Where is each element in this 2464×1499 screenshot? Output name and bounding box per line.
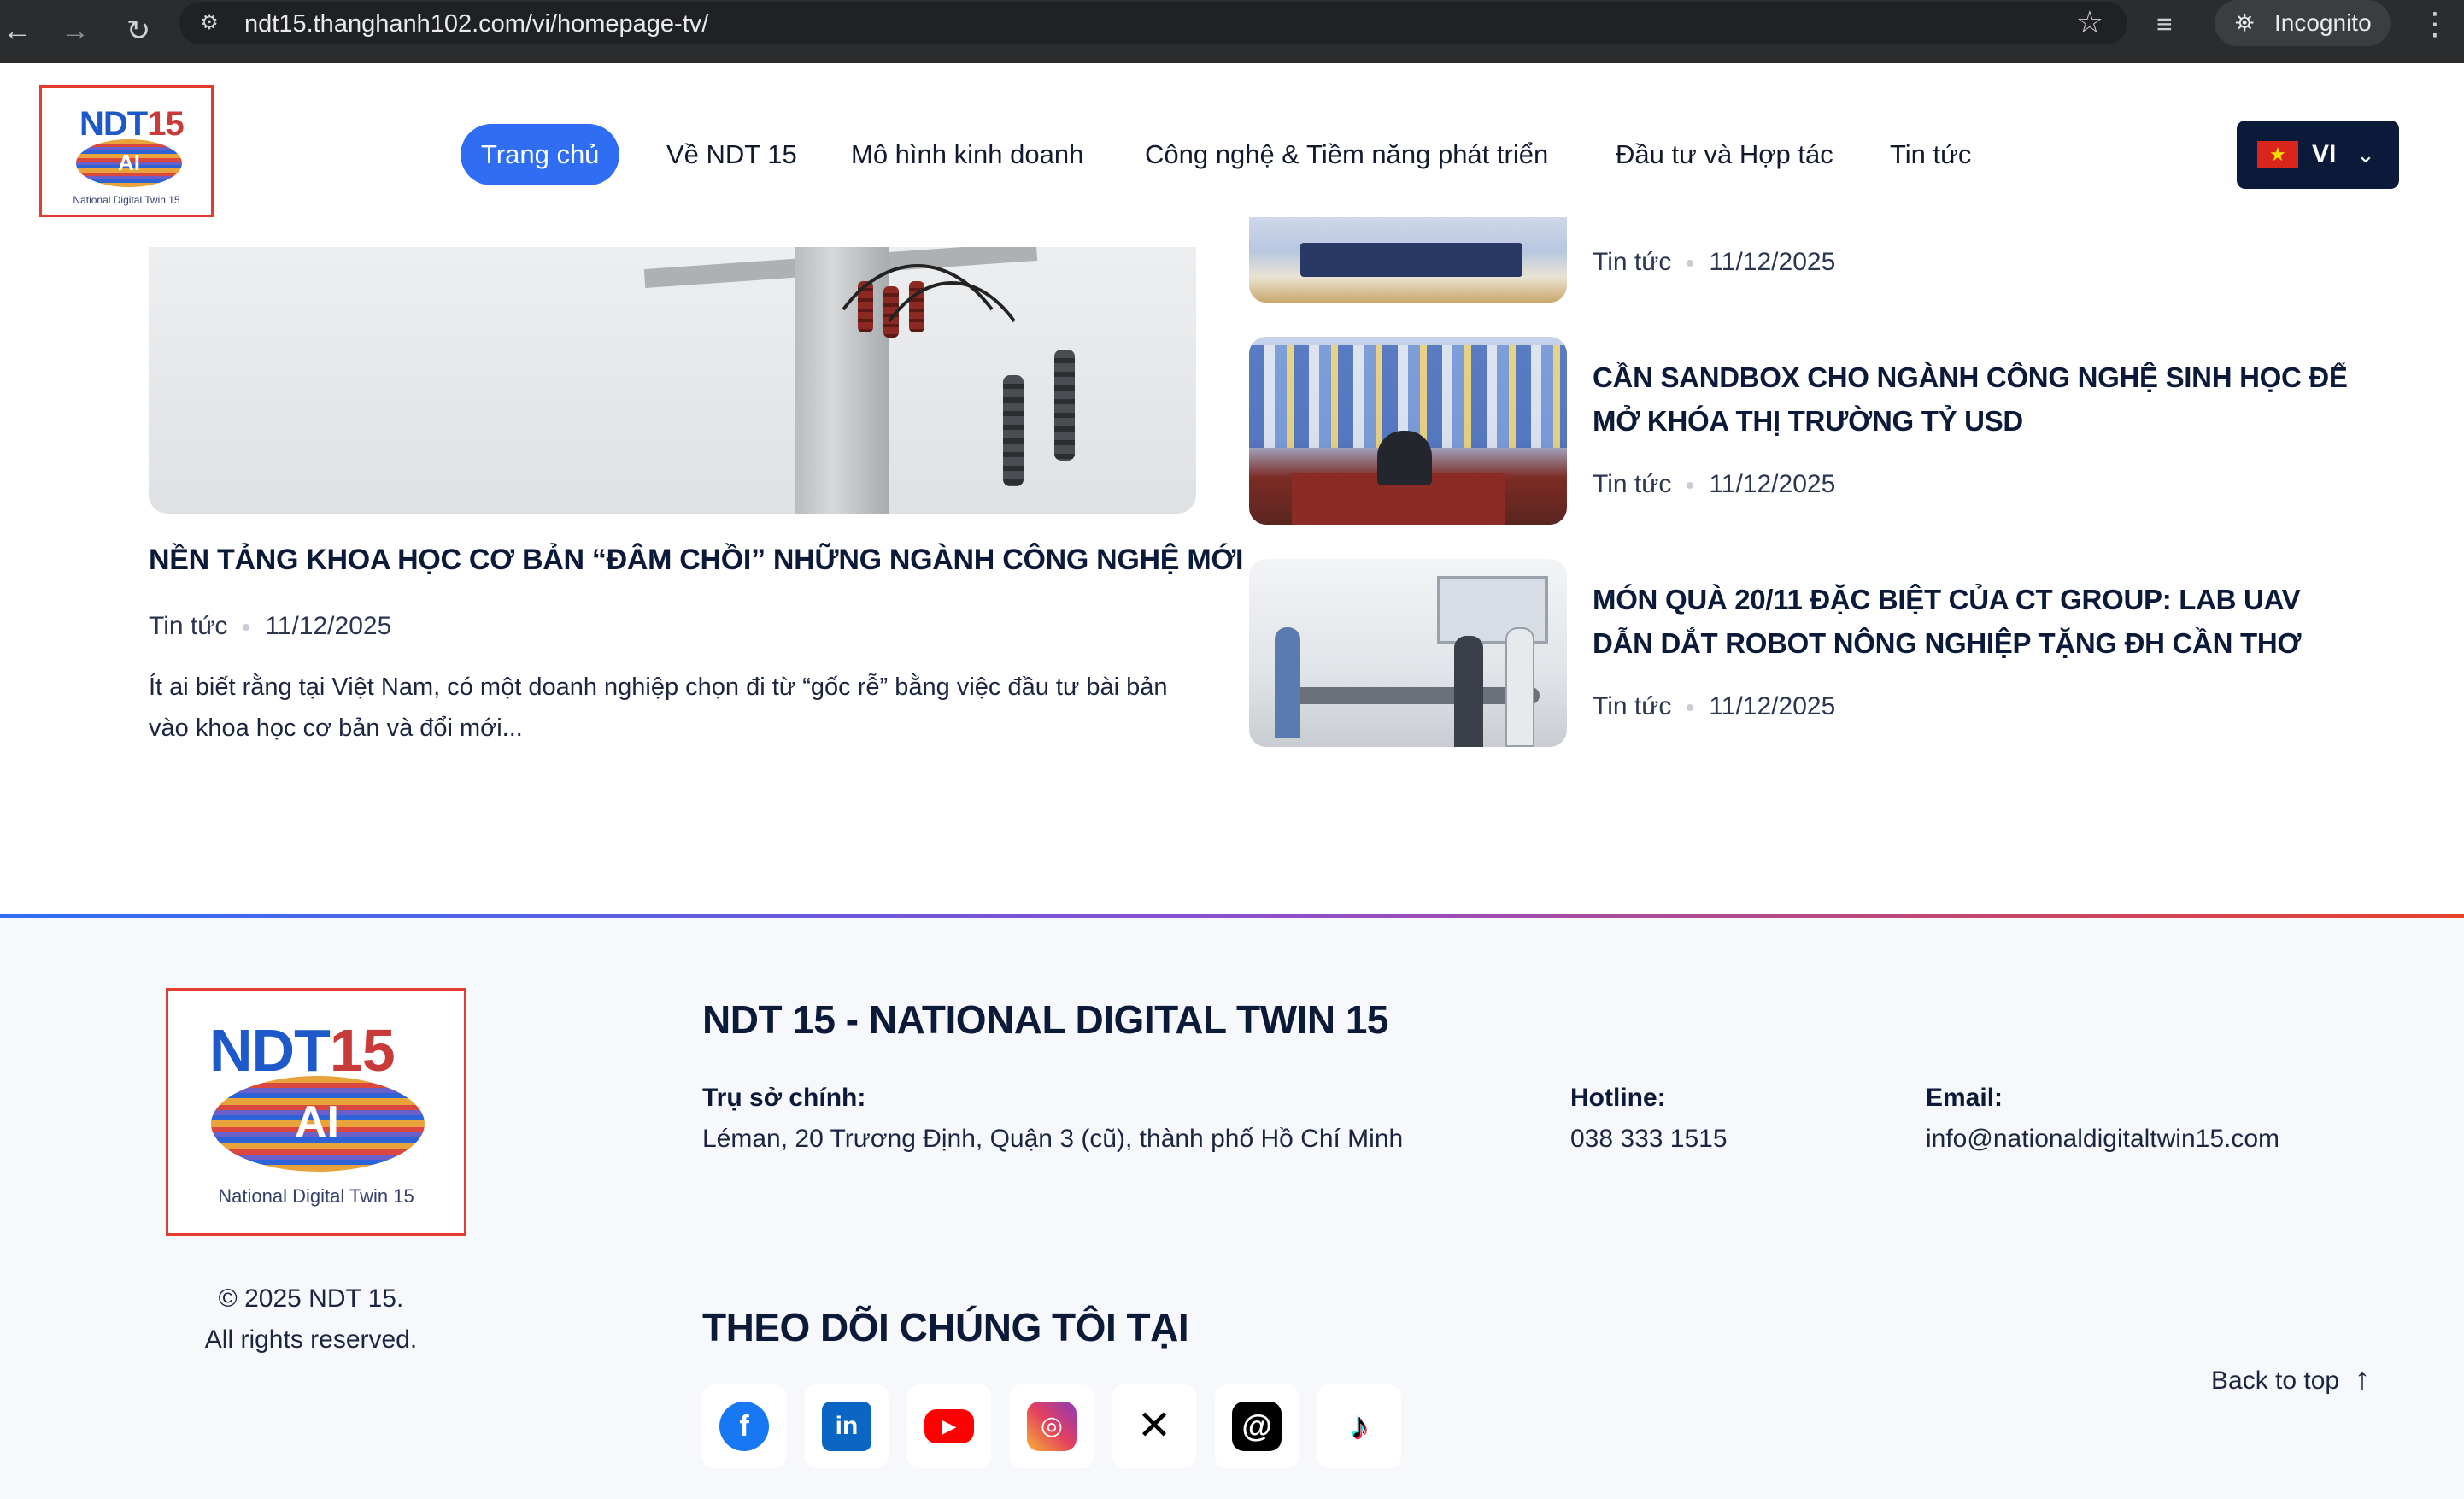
facebook-icon: f <box>719 1402 769 1451</box>
news-date-1: 11/12/2025 <box>1709 248 1836 276</box>
image-drones <box>1283 687 1540 704</box>
featured-image[interactable] <box>149 247 1196 514</box>
nav-investment[interactable]: Đầu tư và Hợp tác <box>1616 124 1833 185</box>
logo-caption: National Digital Twin 15 <box>218 1185 414 1207</box>
news-date-2: 11/12/2025 <box>1709 470 1836 498</box>
image-person <box>1454 636 1483 747</box>
instagram-icon: ◎ <box>1027 1402 1077 1451</box>
follow-title: THEO DÕI CHÚNG TÔI TẠI <box>702 1305 1189 1349</box>
news-meta-2: Tin tức 11/12/2025 <box>1593 470 1835 499</box>
news-category-3[interactable]: Tin tức <box>1593 692 1671 720</box>
footer-logo[interactable]: NDT15 AI National Digital Twin 15 <box>166 988 466 1236</box>
instagram-link[interactable]: ◎ <box>1010 1384 1094 1468</box>
threads-icon: @ <box>1232 1402 1282 1451</box>
bookmark-star-icon[interactable]: ☆ <box>2076 5 2103 39</box>
linkedin-link[interactable]: in <box>805 1384 889 1468</box>
header-logo[interactable]: NDT15 AI National Digital Twin 15 <box>39 85 214 217</box>
featured-excerpt: Ít ai biết rằng tại Việt Nam, có một doa… <box>149 673 1168 742</box>
copyright: © 2025 NDT 15. All rights reserved. <box>140 1279 482 1361</box>
back-icon[interactable]: ← <box>0 7 41 55</box>
threads-link[interactable]: @ <box>1215 1384 1299 1468</box>
email-value[interactable]: info@nationaldigitaltwin15.com <box>1926 1125 2279 1154</box>
footer-company-title: NDT 15 - NATIONAL DIGITAL TWIN 15 <box>702 997 1389 1042</box>
news-thumbnail-2[interactable] <box>1249 337 1567 525</box>
nav-business-model[interactable]: Mô hình kinh doanh <box>851 124 1083 185</box>
more-menu-icon[interactable]: ⋮ <box>2420 5 2450 43</box>
tiktok-icon: ♪ <box>1350 1405 1369 1447</box>
youtube-link[interactable]: ▶ <box>907 1384 991 1468</box>
news-meta-3: Tin tức 11/12/2025 <box>1593 692 1835 721</box>
copyright-line-2: All rights reserved. <box>204 1326 418 1354</box>
news-meta-1: Tin tức 11/12/2025 <box>1593 248 1835 277</box>
incognito-button[interactable]: ⛯ Incognito <box>2215 0 2391 46</box>
reload-icon[interactable]: ↻ <box>114 7 162 55</box>
featured-category[interactable]: Tin tức <box>149 612 227 640</box>
logo-wordmark: NDT15 <box>79 105 185 143</box>
logo-wordmark: NDT15 <box>209 1017 396 1084</box>
x-icon: ✕ <box>1136 1403 1172 1449</box>
logo-caption: National Digital Twin 15 <box>73 194 180 206</box>
logo-ai: AI <box>118 150 140 175</box>
meta-dot <box>243 624 250 632</box>
chevron-down-icon: ⌄ <box>2356 142 2375 168</box>
nav-news[interactable]: Tin tức <box>1890 124 1971 185</box>
image-arrester <box>1054 350 1075 461</box>
news-date-3: 11/12/2025 <box>1709 692 1836 720</box>
incognito-icon: ⛯ <box>2235 9 2255 36</box>
featured-title[interactable]: NỀN TẢNG KHOA HỌC CƠ BẢN “ĐÂM CHỒI” NHỮN… <box>149 544 1244 577</box>
arrow-up-icon: ↑ <box>2355 1361 2371 1396</box>
media-control-icon[interactable]: ≡ <box>2156 7 2173 41</box>
logo-ai: AI <box>295 1097 339 1147</box>
language-selector[interactable]: ★ VI ⌄ <box>2237 121 2399 189</box>
hq-label: Trụ sở chính: <box>702 1084 866 1112</box>
image-person <box>1275 627 1300 738</box>
browser-toolbar: ← → ↻ ⚙ ndt15.thanghanh102.com/vi/homepa… <box>0 0 2464 63</box>
nav-about[interactable]: Về NDT 15 <box>666 124 797 185</box>
url-text[interactable]: ndt15.thanghanh102.com/vi/homepage-tv/ <box>244 9 708 39</box>
forward-icon[interactable]: → <box>51 7 99 55</box>
meta-dot <box>1687 260 1694 267</box>
featured-date: 11/12/2025 <box>265 612 392 640</box>
news-category-2[interactable]: Tin tức <box>1593 470 1671 498</box>
meta-dot <box>1687 704 1694 712</box>
language-code: VI <box>2312 140 2337 168</box>
hotline-label: Hotline: <box>1570 1084 1666 1112</box>
x-link[interactable]: ✕ <box>1112 1384 1196 1468</box>
vietnam-flag-icon: ★ <box>2257 141 2298 168</box>
site-info-icon[interactable]: ⚙ <box>195 9 224 38</box>
news-title-3[interactable]: MÓN QUÀ 20/11 ĐẶC BIỆT CỦA CT GROUP: LAB… <box>1593 578 2361 665</box>
image-speaker <box>1377 431 1432 485</box>
nav-home[interactable]: Trang chủ <box>461 124 620 185</box>
nav-technology[interactable]: Công nghệ & Tiềm năng phát triển <box>1145 124 1548 185</box>
featured-meta: Tin tức 11/12/2025 <box>149 612 391 641</box>
back-to-top-label: Back to top <box>2211 1367 2340 1395</box>
news-title-2[interactable]: CẦN SANDBOX CHO NGÀNH CÔNG NGHỆ SINH HỌC… <box>1593 356 2361 443</box>
image-person <box>1505 627 1534 747</box>
hq-address: Léman, 20 Trương Định, Quận 3 (cũ), thàn… <box>702 1125 1404 1153</box>
incognito-label: Incognito <box>2274 9 2372 36</box>
youtube-icon: ▶ <box>924 1409 974 1443</box>
news-category-1[interactable]: Tin tức <box>1593 248 1671 276</box>
hotline-value[interactable]: 038 333 1515 <box>1570 1125 1728 1154</box>
facebook-link[interactable]: f <box>702 1384 786 1468</box>
image-table <box>1300 243 1522 277</box>
meta-dot <box>1687 482 1694 490</box>
copyright-line-1: © 2025 NDT 15. <box>218 1284 404 1313</box>
tiktok-link[interactable]: ♪ <box>1317 1384 1401 1468</box>
news-thumbnail-1[interactable] <box>1249 217 1567 303</box>
linkedin-icon: in <box>822 1402 871 1451</box>
email-label: Email: <box>1926 1084 2003 1112</box>
address-bar[interactable]: ⚙ ndt15.thanghanh102.com/vi/homepage-tv/… <box>179 2 2127 44</box>
back-to-top-button[interactable]: Back to top ↑ <box>2211 1361 2370 1396</box>
news-thumbnail-3[interactable] <box>1249 559 1567 747</box>
